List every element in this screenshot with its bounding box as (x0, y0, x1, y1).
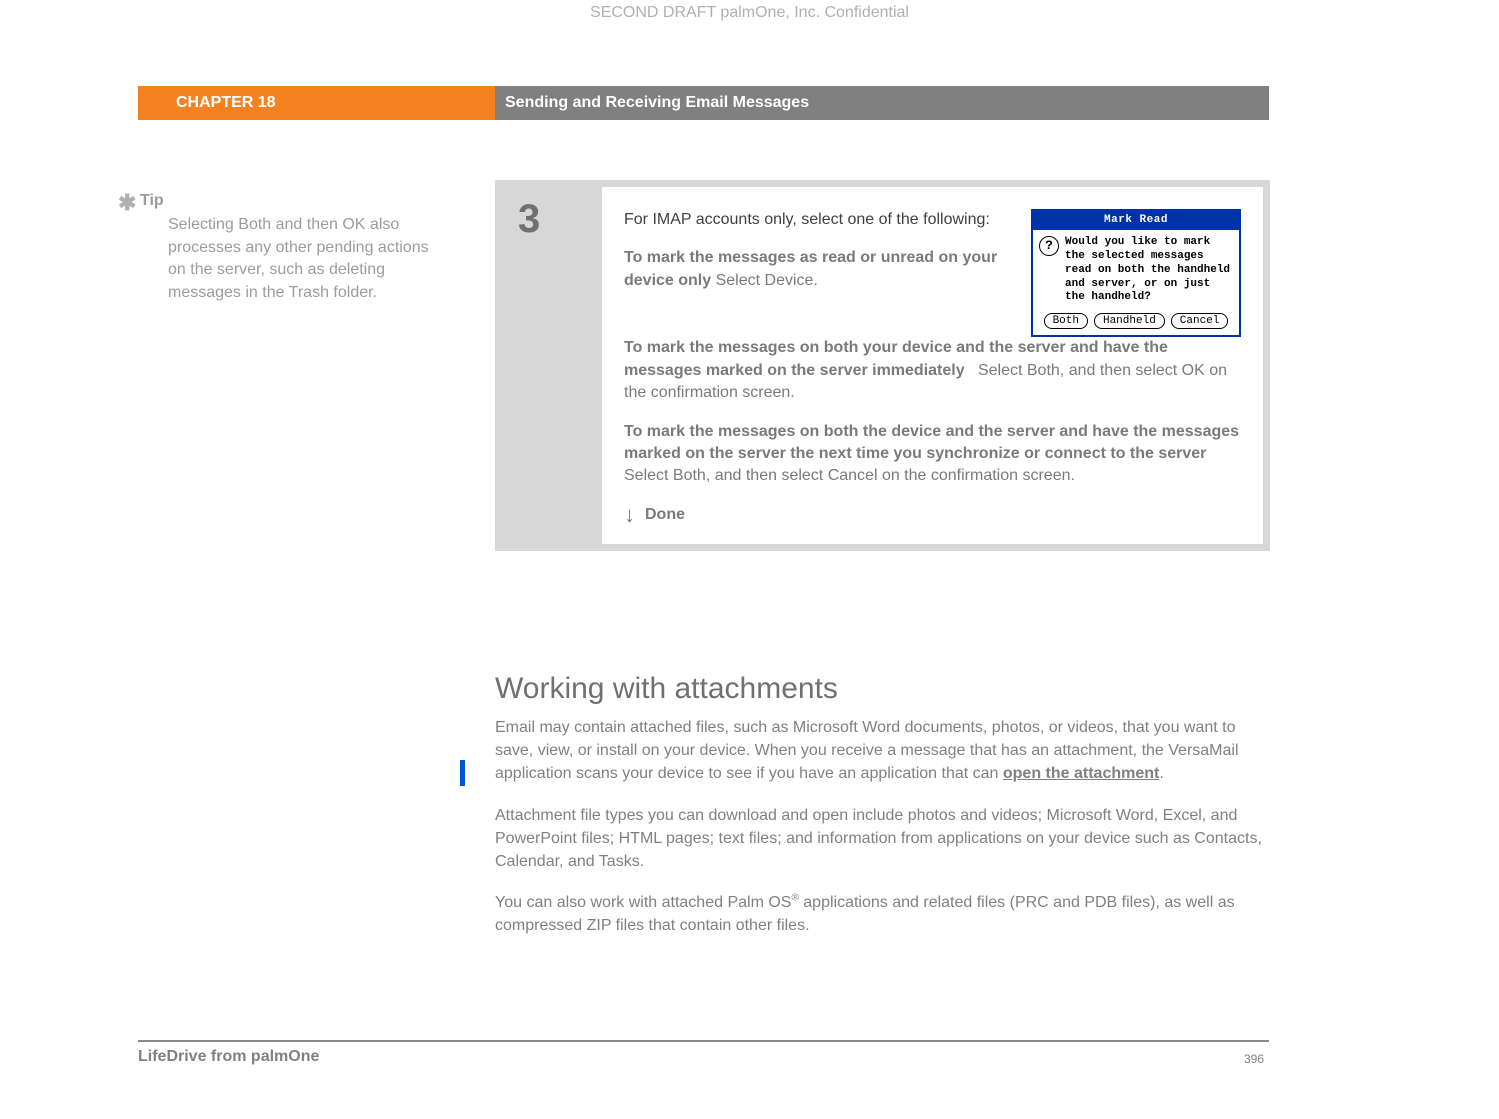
footer-rule (138, 1040, 1269, 1042)
footer-product: LifeDrive from palmOne (138, 1048, 319, 1066)
step-intro: For IMAP accounts only, select one of th… (624, 211, 990, 228)
step-option1-rest: Select Device. (716, 272, 818, 289)
chapter-banner: CHAPTER 18 Sending and Receiving Email M… (0, 86, 1269, 120)
asterisk-icon: ✱ (118, 188, 136, 219)
step-body: For IMAP accounts only, select one of th… (602, 187, 1263, 544)
question-icon: ? (1039, 236, 1059, 256)
step-option3-rest: Select Both, and then select Cancel on t… (624, 467, 1075, 484)
change-bar (460, 760, 465, 786)
body-p1-tail: . (1159, 765, 1163, 782)
done-row: ↓ Done (624, 504, 1241, 526)
open-attachment-link[interactable]: open the attachment (1003, 765, 1159, 782)
banner-spacer (0, 86, 138, 120)
confidential-watermark: SECOND DRAFT palmOne, Inc. Confidential (0, 4, 1499, 22)
section-body: Email may contain attached files, such a… (495, 716, 1265, 956)
body-paragraph-2: Attachment file types you can download a… (495, 804, 1265, 874)
body-paragraph-1: Email may contain attached files, such a… (495, 716, 1265, 786)
chapter-label: CHAPTER 18 (138, 86, 495, 120)
step-number-column: 3 (502, 187, 602, 544)
down-arrow-icon: ↓ (624, 504, 635, 526)
dialog-handheld-button[interactable]: Handheld (1094, 313, 1165, 329)
step-option3-bold: To mark the messages on both the device … (624, 423, 1239, 462)
dialog-title: Mark Read (1033, 211, 1239, 230)
step-number: 3 (518, 197, 602, 242)
mark-read-dialog: Mark Read ? Would you like to mark the s… (1031, 209, 1241, 337)
registered-mark: ® (791, 893, 798, 904)
step-card: 3 For IMAP accounts only, select one of … (495, 180, 1270, 551)
footer-page-number: 396 (1244, 1052, 1264, 1066)
done-label: Done (645, 504, 685, 526)
tip-heading: Tip (140, 190, 440, 212)
body-paragraph-3: You can also work with attached Palm OS®… (495, 891, 1265, 937)
tip-sidebar: ✱ Tip Selecting Both and then OK also pr… (140, 190, 440, 304)
dialog-cancel-button[interactable]: Cancel (1171, 313, 1229, 329)
dialog-message: Would you like to mark the selected mess… (1065, 236, 1233, 305)
dialog-both-button[interactable]: Both (1044, 313, 1088, 329)
tip-body: Selecting Both and then OK also processe… (140, 214, 440, 304)
chapter-title: Sending and Receiving Email Messages (495, 86, 1269, 120)
section-heading: Working with attachments (495, 672, 838, 706)
body-p3-a: You can also work with attached Palm OS (495, 894, 791, 911)
